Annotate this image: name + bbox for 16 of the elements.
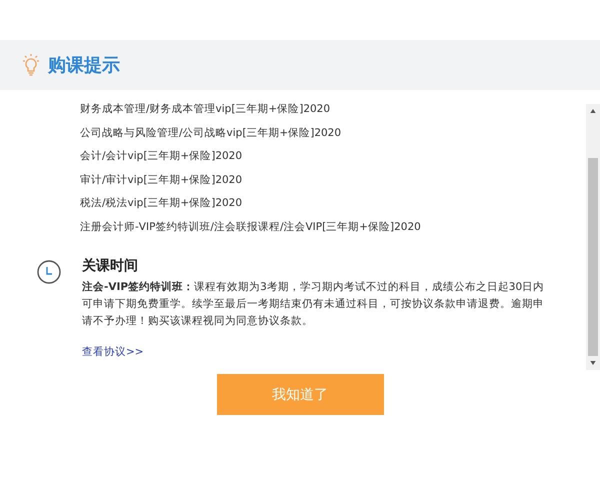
- clock-icon: [37, 260, 61, 284]
- course-item: 会计/会计vip[三年期+保险]2020: [80, 149, 242, 164]
- scroll-up-icon[interactable]: [589, 109, 597, 113]
- course-item: 税法/税法vip[三年期+保险]2020: [80, 196, 242, 211]
- course-item: 注册会计师-VIP签约特训班/注会联报课程/注会VIP[三年期+保险]2020: [80, 220, 421, 234]
- scrollbar[interactable]: [586, 104, 600, 370]
- course-item: 财务成本管理/财务成本管理vip[三年期+保险]2020: [80, 102, 330, 117]
- policy-text: 注会-VIP签约特训班：课程有效期为3考期，学习期内考试不过的科目，成绩公布之日起30日内可申请下期免费重学。续学至最后一考期结束仍有未通过科目，可按协议条款申请退费。逾期申请不予办理！购买该课程视同为同意协议条款。: [82, 280, 546, 329]
- scroll-thumb[interactable]: [588, 158, 598, 356]
- section-title: 关课时间: [82, 257, 139, 275]
- course-item: 公司战略与风险管理/公司战略vip[三年期+保险]2020: [80, 126, 342, 140]
- agreement-link[interactable]: 查看协议>>: [82, 345, 144, 359]
- scroll-down-icon[interactable]: [589, 361, 597, 365]
- dialog-title: 购课提示: [48, 54, 120, 77]
- lightbulb-icon: [22, 54, 40, 76]
- course-item: 审计/审计vip[三年期+保险]2020: [80, 172, 242, 188]
